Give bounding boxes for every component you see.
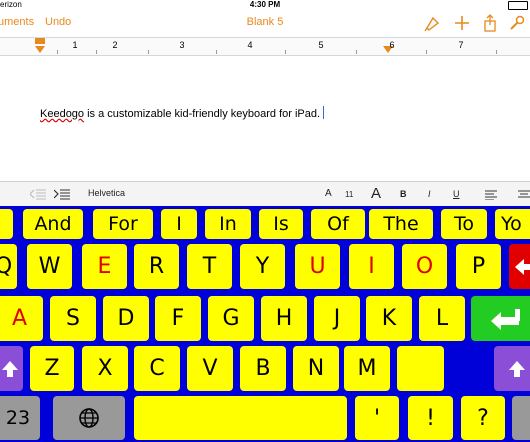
nav-bar: uments Undo Blank 5 bbox=[0, 10, 530, 36]
italic-button[interactable]: I bbox=[428, 189, 431, 199]
key-k[interactable]: K bbox=[366, 296, 412, 341]
key-c[interactable]: C bbox=[134, 346, 180, 391]
key-z[interactable]: Z bbox=[30, 346, 74, 391]
align-left-icon[interactable] bbox=[485, 190, 497, 200]
key-p[interactable]: P bbox=[456, 244, 501, 289]
ruler-tick bbox=[356, 50, 357, 54]
key-u[interactable]: U bbox=[295, 244, 340, 289]
key-q[interactable]: Q bbox=[0, 244, 17, 289]
ruler-number: 1 bbox=[72, 40, 78, 50]
shift-icon bbox=[1, 360, 18, 377]
wrench-icon[interactable] bbox=[508, 14, 526, 32]
share-icon[interactable] bbox=[481, 14, 499, 32]
globe-key[interactable] bbox=[53, 396, 125, 440]
key-y[interactable]: Y bbox=[240, 244, 285, 289]
return-arrow-icon bbox=[491, 308, 520, 330]
numbers-key[interactable]: 23 bbox=[0, 396, 40, 440]
apostrophe-key[interactable]: ' bbox=[355, 396, 399, 440]
ruler-number: 5 bbox=[318, 40, 324, 50]
ruler-number: 2 bbox=[112, 40, 118, 50]
exclamation-key[interactable]: ! bbox=[408, 396, 453, 440]
key-x[interactable]: X bbox=[82, 346, 128, 391]
blank-key[interactable] bbox=[397, 346, 444, 391]
shift-icon bbox=[509, 360, 525, 377]
document-text[interactable]: Keedogo is a customizable kid-friendly k… bbox=[40, 106, 325, 120]
enter-key[interactable] bbox=[471, 296, 530, 341]
word-key-partial[interactable] bbox=[0, 209, 13, 239]
ruler[interactable]: 1 2 3 4 5 6 7 bbox=[0, 37, 530, 56]
shift-key-right[interactable] bbox=[494, 346, 530, 391]
increase-font-button[interactable]: A bbox=[371, 185, 381, 202]
ruler-number: 6 bbox=[389, 40, 395, 50]
format-bar: Helvetica A 11 A B I U bbox=[0, 181, 530, 207]
globe-icon bbox=[79, 408, 99, 428]
ruler-tick bbox=[96, 50, 97, 54]
bold-button[interactable]: B bbox=[400, 189, 407, 199]
word-key-of[interactable]: Of bbox=[311, 209, 365, 239]
space-key[interactable] bbox=[134, 396, 347, 440]
delete-key[interactable] bbox=[509, 244, 530, 289]
delete-icon bbox=[515, 258, 530, 275]
key-a[interactable]: A bbox=[0, 296, 43, 341]
ruler-tick bbox=[216, 50, 217, 54]
ruler-tick bbox=[426, 50, 427, 54]
word-key-i[interactable]: I bbox=[161, 209, 197, 239]
font-size-label: 11 bbox=[345, 190, 354, 199]
underline-button[interactable]: U bbox=[453, 189, 460, 199]
status-bar: erizon 4:30 PM bbox=[0, 0, 530, 10]
word-key-to[interactable]: To bbox=[441, 209, 487, 239]
ruler-number: 4 bbox=[247, 40, 253, 50]
question-key[interactable]: ? bbox=[461, 396, 505, 440]
align-center-icon[interactable] bbox=[518, 190, 530, 200]
key-s[interactable]: S bbox=[50, 296, 96, 341]
ruler-number: 3 bbox=[179, 40, 185, 50]
key-i[interactable]: I bbox=[349, 244, 394, 289]
key-j[interactable]: J bbox=[314, 296, 360, 341]
key-w[interactable]: W bbox=[27, 244, 72, 289]
key-o[interactable]: O bbox=[402, 244, 447, 289]
key-e[interactable]: E bbox=[82, 244, 127, 289]
document-title[interactable]: Blank 5 bbox=[0, 16, 530, 28]
clock: 4:30 PM bbox=[249, 0, 281, 9]
ruler-tick bbox=[57, 50, 58, 54]
ruler-number: 7 bbox=[458, 40, 464, 50]
key-m[interactable]: M bbox=[344, 346, 390, 391]
key-d[interactable]: D bbox=[103, 296, 149, 341]
misspelled-word[interactable]: Keedogo bbox=[40, 108, 84, 120]
ruler-tick bbox=[285, 50, 286, 54]
document-sentence: is a customizable kid-friendly keyboard … bbox=[84, 108, 321, 120]
shift-key-left[interactable] bbox=[0, 346, 23, 391]
brush-icon[interactable] bbox=[424, 14, 442, 32]
keeodogo-keyboard: And For I In Is Of The To Yo Q W E R T Y… bbox=[0, 206, 530, 442]
word-key-is[interactable]: Is bbox=[259, 209, 303, 239]
left-tab-marker-icon[interactable] bbox=[35, 46, 45, 54]
word-key-in[interactable]: In bbox=[205, 209, 251, 239]
ruler-tick bbox=[496, 50, 497, 54]
plus-icon[interactable] bbox=[453, 14, 471, 32]
key-f[interactable]: F bbox=[155, 296, 201, 341]
key-v[interactable]: V bbox=[187, 346, 233, 391]
outdent-icon[interactable] bbox=[30, 189, 46, 200]
key-t[interactable]: T bbox=[187, 244, 232, 289]
key-b[interactable]: B bbox=[240, 346, 286, 391]
key-n[interactable]: N bbox=[293, 346, 339, 391]
key-g[interactable]: G bbox=[208, 296, 254, 341]
indent-icon[interactable] bbox=[54, 189, 70, 200]
key-h[interactable]: H bbox=[261, 296, 307, 341]
word-key-for[interactable]: For bbox=[93, 209, 153, 239]
ruler-tick bbox=[148, 50, 149, 54]
key-r[interactable]: R bbox=[134, 244, 179, 289]
word-key-you[interactable]: Yo bbox=[495, 209, 530, 239]
battery-icon bbox=[508, 1, 528, 10]
decrease-font-button[interactable]: A bbox=[325, 188, 332, 199]
font-name-button[interactable]: Helvetica bbox=[88, 188, 125, 198]
indent-marker-icon[interactable] bbox=[35, 38, 45, 44]
word-key-and[interactable]: And bbox=[23, 209, 83, 239]
hide-keyboard-key[interactable] bbox=[512, 396, 530, 440]
text-caret bbox=[323, 106, 325, 119]
word-key-the[interactable]: The bbox=[369, 209, 433, 239]
key-l[interactable]: L bbox=[419, 296, 465, 341]
